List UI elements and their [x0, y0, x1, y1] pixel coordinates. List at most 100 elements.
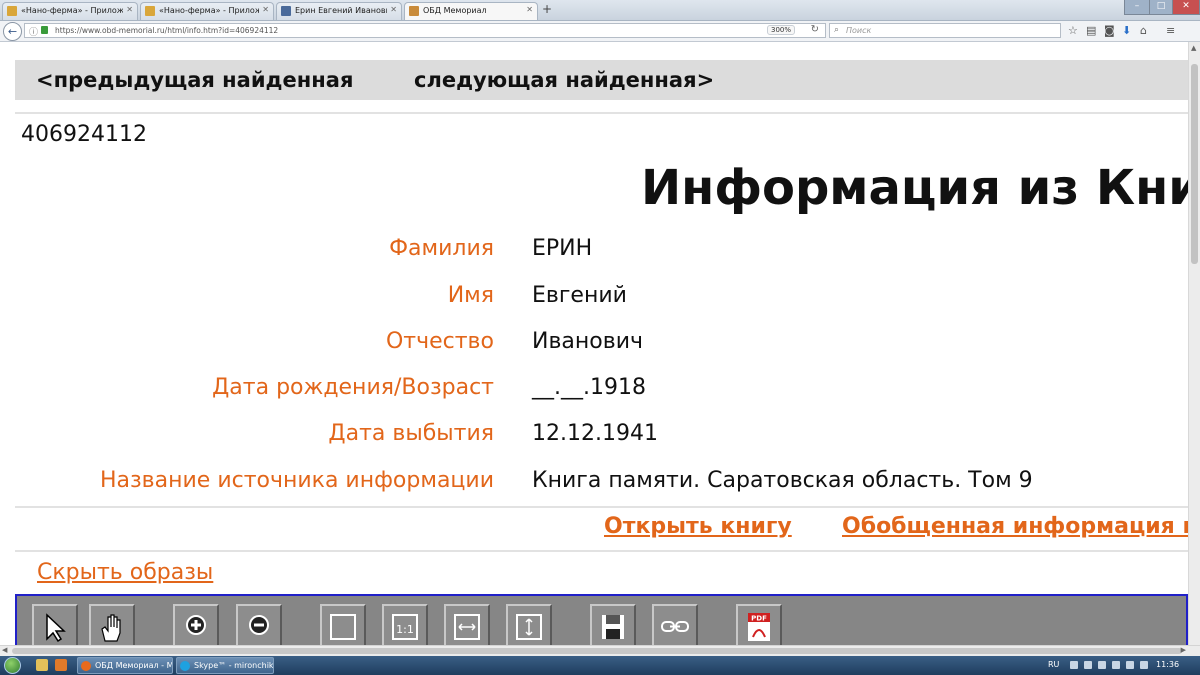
media-player-icon[interactable] [55, 659, 67, 671]
hand-tool-button[interactable] [89, 604, 135, 645]
browser-nav-bar: ← ⓘ https://www.obd-memorial.ru/html/inf… [0, 21, 1200, 42]
clock[interactable]: 11:36 [1156, 660, 1179, 669]
tray-power-icon[interactable] [1140, 661, 1148, 669]
fit-page-icon [330, 614, 356, 640]
taskbar-item-skype[interactable]: Skype™ - mironchikt... [176, 657, 274, 674]
explorer-icon[interactable] [36, 659, 48, 671]
tab-label: «Нано-ферма» - Приложен [21, 6, 123, 15]
page-title: Информация из Книги [641, 160, 1188, 216]
divider [15, 112, 1188, 114]
scrollbar-thumb[interactable] [12, 648, 1182, 654]
open-book-link[interactable]: Открыть книгу [604, 514, 792, 539]
scroll-up-icon[interactable]: ▲ [1191, 44, 1196, 52]
field-value: Иванович [532, 329, 644, 354]
close-window-icon[interactable]: ✕ [1172, 0, 1200, 15]
url-bar[interactable]: ⓘ https://www.obd-memorial.ru/html/info.… [24, 23, 826, 38]
scroll-right-icon[interactable]: ▶ [1181, 646, 1186, 654]
start-button[interactable] [4, 657, 21, 674]
document-favicon-icon [281, 6, 291, 16]
record-id: 406924112 [21, 122, 147, 147]
tab-close-icon[interactable]: ✕ [126, 5, 133, 14]
minimize-icon[interactable]: – [1124, 0, 1150, 15]
result-navigation: <предыдущая найденная следующая найденна… [15, 60, 1188, 100]
firefox-icon [81, 661, 91, 671]
pointer-tool-button[interactable] [32, 604, 78, 645]
scroll-left-icon[interactable]: ◀ [2, 646, 7, 654]
back-arrow-icon[interactable]: ← [3, 22, 22, 41]
tab-close-icon[interactable]: ✕ [526, 5, 533, 14]
reading-list-icon[interactable]: ▤ [1086, 24, 1096, 37]
zoom-in-button[interactable] [173, 604, 219, 645]
taskbar-item-label: Skype™ - mironchikt... [194, 661, 274, 670]
browser-tab-4[interactable]: ОБД Мемориал ✕ [404, 2, 538, 20]
field-value: __.__.1918 [532, 375, 646, 400]
fit-width-button[interactable] [444, 604, 490, 645]
link-icon [661, 621, 689, 632]
save-icon [602, 615, 624, 639]
pdf-button[interactable]: PDF [736, 604, 782, 645]
taskbar-item-label: ОБД Мемориал - M... [95, 661, 173, 670]
field-row-birth-date: Дата рождения/Возраст __.__.1918 [0, 375, 1188, 415]
tray-volume-icon[interactable] [1126, 661, 1134, 669]
horizontal-scrollbar[interactable]: ◀ ▶ [0, 645, 1200, 656]
fit-width-icon [454, 614, 480, 640]
menu-icon[interactable]: ≡ [1166, 24, 1175, 37]
field-value: Евгений [532, 283, 627, 308]
vertical-scrollbar[interactable]: ▲ [1188, 42, 1200, 645]
fit-height-icon [516, 614, 542, 640]
language-indicator[interactable]: RU [1048, 660, 1059, 669]
field-value: Книга памяти. Саратовская область. Том 9 [532, 468, 1033, 493]
tray-network-icon[interactable] [1070, 661, 1078, 669]
browser-tab-1[interactable]: «Нано-ферма» - Приложен ✕ [2, 2, 138, 20]
link-button[interactable] [652, 604, 698, 645]
taskbar-item-firefox[interactable]: ОБД Мемориал - M... [77, 657, 173, 674]
home-icon[interactable]: ⌂ [1140, 24, 1147, 37]
zoom-in-icon [186, 615, 206, 635]
skype-icon [180, 661, 190, 671]
maximize-icon[interactable]: □ [1149, 0, 1173, 15]
field-label: Отчество [385, 329, 494, 354]
search-input[interactable]: ⌕ Поиск [829, 23, 1061, 38]
zoom-out-button[interactable] [236, 604, 282, 645]
summary-info-link[interactable]: Обобщенная информация и [842, 514, 1188, 539]
new-tab-icon[interactable]: + [542, 2, 552, 16]
download-icon[interactable]: ⬇ [1122, 24, 1131, 37]
tray-flag-icon[interactable] [1098, 661, 1106, 669]
actual-size-icon: 1:1 [392, 614, 418, 640]
browser-tab-3[interactable]: Ерин Евгений Иванович. Па ✕ [276, 2, 402, 20]
search-placeholder: Поиск [846, 26, 872, 35]
field-label: Фамилия [389, 236, 494, 261]
lock-icon [41, 26, 48, 34]
browser-tab-2[interactable]: «Нано-ферма» - Приложен ✕ [140, 2, 274, 20]
field-label: Название источника информации [99, 468, 494, 493]
pocket-icon[interactable]: ◙ [1104, 24, 1115, 37]
fit-height-button[interactable] [506, 604, 552, 645]
bookmark-star-icon[interactable]: ☆ [1068, 24, 1078, 37]
scrollbar-thumb[interactable] [1191, 64, 1198, 264]
svg-text:1:1: 1:1 [396, 623, 414, 636]
hand-icon [101, 614, 121, 642]
previous-found-link[interactable]: <предыдущая найденная [36, 68, 353, 92]
memorial-favicon-icon [409, 6, 419, 16]
url-text: https://www.obd-memorial.ru/html/info.ht… [55, 26, 279, 35]
tray-signal-icon[interactable] [1112, 661, 1120, 669]
save-button[interactable] [590, 604, 636, 645]
next-found-link[interactable]: следующая найденная> [414, 68, 714, 92]
field-row-surname: Фамилия ЕРИН [0, 236, 1188, 276]
hide-images-link[interactable]: Скрыть образы [37, 560, 213, 585]
fit-page-button[interactable] [320, 604, 366, 645]
info-icon[interactable]: ⓘ [29, 25, 38, 38]
divider [15, 550, 1188, 552]
pointer-icon [46, 613, 66, 643]
tray-app-icon[interactable] [1084, 661, 1092, 669]
tab-close-icon[interactable]: ✕ [262, 5, 269, 14]
tab-close-icon[interactable]: ✕ [390, 5, 397, 14]
actual-size-button[interactable]: 1:1 [382, 604, 428, 645]
search-icon: ⌕ [834, 25, 840, 35]
pdf-icon: PDF [748, 613, 770, 641]
divider [15, 506, 1188, 508]
field-value: 12.12.1941 [532, 421, 658, 446]
zoom-indicator[interactable]: 300% [766, 25, 795, 35]
browser-tab-bar: «Нано-ферма» - Приложен ✕ «Нано-ферма» -… [0, 0, 1200, 21]
reload-icon[interactable]: ↻ [811, 24, 819, 35]
